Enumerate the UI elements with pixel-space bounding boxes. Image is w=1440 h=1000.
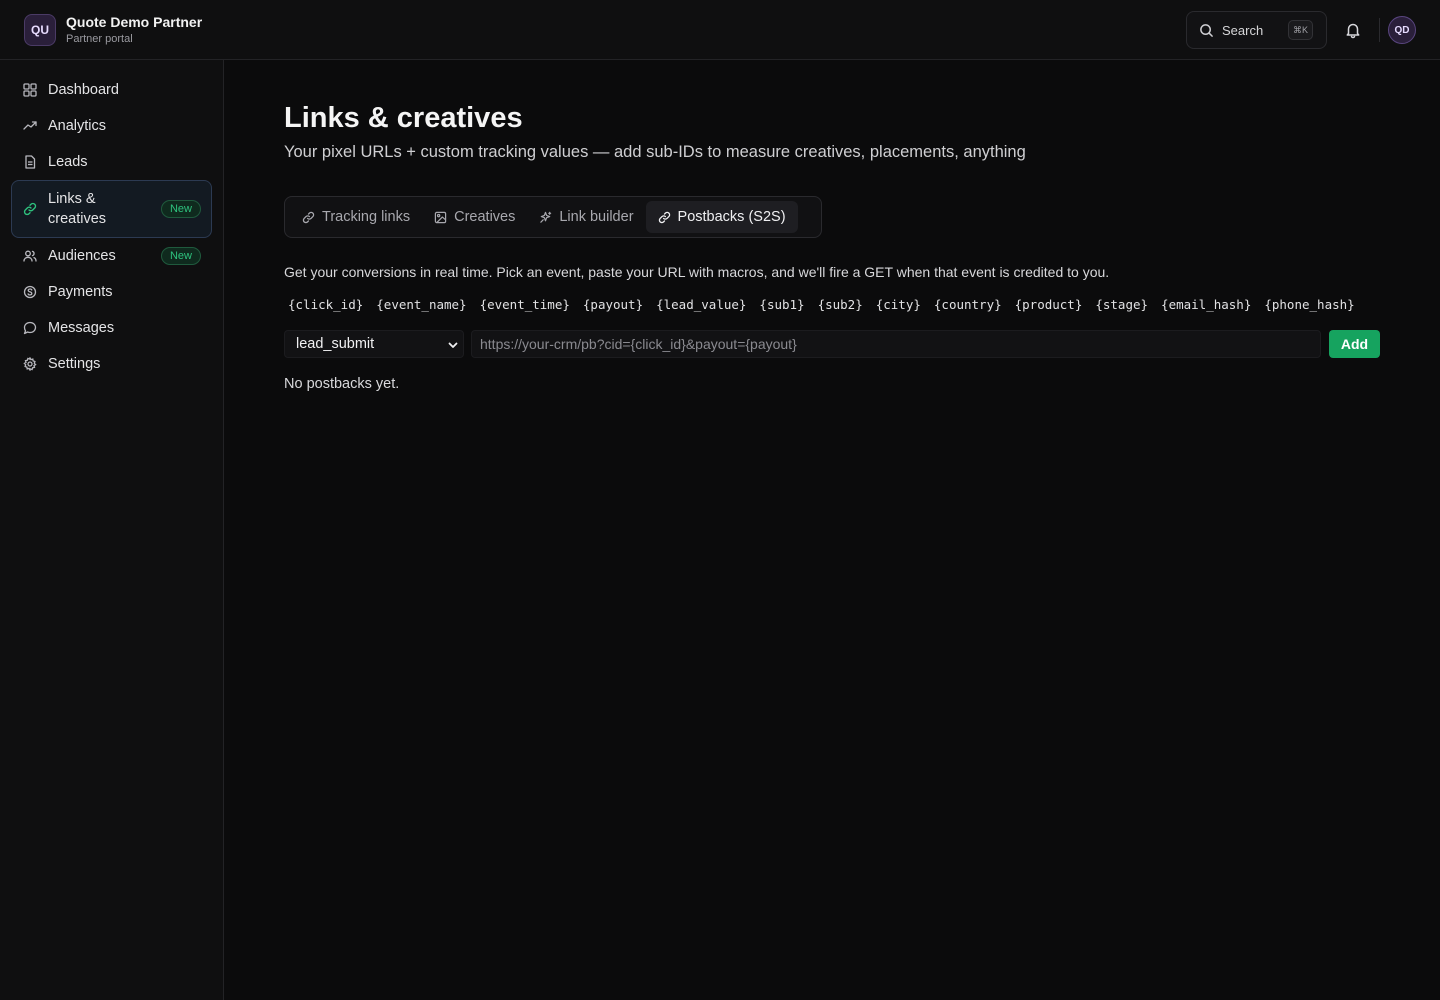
sidebar-item-messages[interactable]: Messages bbox=[11, 310, 212, 346]
event-select[interactable]: lead_submit bbox=[284, 330, 464, 358]
tab-label: Creatives bbox=[454, 209, 516, 225]
brand-name: Quote Demo Partner bbox=[66, 14, 203, 30]
search-icon bbox=[1200, 23, 1213, 37]
event-select-value: lead_submit bbox=[296, 336, 375, 352]
header-divider bbox=[1379, 18, 1380, 42]
page-subtitle: Your pixel URLs + custom tracking values… bbox=[284, 143, 1026, 161]
sidebar-item-label: Links & creatives bbox=[48, 191, 107, 227]
sidebar-item-links-creatives[interactable]: Links & creatives New bbox=[11, 180, 212, 238]
new-badge: New bbox=[160, 247, 201, 265]
dashboard-icon bbox=[23, 83, 37, 97]
tab-label: Postbacks (S2S) bbox=[677, 209, 786, 225]
macro-token: {payout} bbox=[582, 297, 644, 312]
tab-link-builder[interactable]: Link builder bbox=[527, 201, 645, 233]
sidebar-item-label: Settings bbox=[48, 356, 101, 372]
macro-token: {sub2} bbox=[817, 297, 863, 312]
postbacks-description: Get your conversions in real time. Pick … bbox=[284, 264, 1110, 280]
gear-icon bbox=[23, 357, 37, 371]
link-icon bbox=[23, 202, 37, 216]
payments-icon bbox=[23, 285, 37, 299]
tab-creatives[interactable]: Creatives bbox=[422, 201, 527, 233]
image-icon bbox=[434, 211, 447, 223]
macro-token: {lead_value} bbox=[656, 297, 747, 312]
search-button[interactable]: Search ⌘K bbox=[1186, 11, 1327, 49]
chevron-down-icon bbox=[448, 342, 458, 348]
sidebar-item-label: Audiences bbox=[48, 248, 116, 264]
bell-icon[interactable] bbox=[1344, 21, 1362, 39]
add-button[interactable]: Add bbox=[1329, 330, 1380, 358]
macro-token: {sub1} bbox=[759, 297, 805, 312]
search-shortcut: ⌘K bbox=[1288, 20, 1313, 40]
macro-token: {product} bbox=[1014, 297, 1083, 312]
macro-token: {city} bbox=[875, 297, 921, 312]
avatar[interactable]: QD bbox=[1388, 16, 1416, 44]
sidebar-item-label: Leads bbox=[48, 154, 88, 170]
postback-url-input[interactable] bbox=[471, 330, 1321, 358]
link-icon bbox=[302, 211, 315, 223]
macro-token: {stage} bbox=[1095, 297, 1149, 312]
document-icon bbox=[25, 155, 36, 169]
sidebar-item-label: Messages bbox=[48, 320, 115, 336]
top-bar: QU Quote Demo Partner Partner portal Sea… bbox=[0, 0, 1440, 60]
brand-text: Quote Demo Partner Partner portal bbox=[66, 14, 202, 46]
sidebar: Dashboard Analytics Leads Links & creati… bbox=[0, 60, 224, 1000]
sidebar-item-payments[interactable]: Payments bbox=[11, 274, 212, 310]
new-badge: New bbox=[160, 200, 201, 218]
brand[interactable]: QU Quote Demo Partner Partner portal bbox=[24, 14, 202, 46]
search-label: Search bbox=[1222, 22, 1264, 38]
sidebar-item-audiences[interactable]: Audiences New bbox=[11, 238, 212, 274]
macro-token: {email_hash} bbox=[1161, 297, 1252, 312]
sidebar-item-label: Dashboard bbox=[48, 82, 119, 98]
sparkle-icon bbox=[540, 211, 552, 223]
postback-form: lead_submit Add bbox=[284, 330, 1380, 358]
macro-list: {click_id} {event_name} {event_time} {pa… bbox=[288, 297, 1368, 312]
tab-label: Link builder bbox=[559, 209, 634, 225]
trend-icon bbox=[23, 121, 37, 130]
tab-tracking-links[interactable]: Tracking links bbox=[290, 201, 422, 233]
sidebar-item-label: Payments bbox=[48, 284, 113, 300]
sidebar-item-dashboard[interactable]: Dashboard bbox=[11, 72, 212, 108]
users-icon bbox=[23, 250, 37, 262]
brand-subtitle: Partner portal bbox=[66, 33, 133, 45]
brand-logo: QU bbox=[24, 14, 56, 46]
sidebar-nav: Dashboard Analytics Leads Links & creati… bbox=[11, 72, 212, 382]
tab-bar: Tracking links Creatives Link builder Po… bbox=[284, 196, 822, 238]
sidebar-item-analytics[interactable]: Analytics bbox=[11, 108, 212, 144]
link-icon bbox=[658, 211, 670, 223]
sidebar-item-settings[interactable]: Settings bbox=[11, 346, 212, 382]
sidebar-item-label: Analytics bbox=[48, 118, 107, 134]
macro-token: {click_id} bbox=[288, 297, 364, 312]
sidebar-item-leads[interactable]: Leads bbox=[11, 144, 212, 180]
macro-token: {phone_hash} bbox=[1264, 297, 1355, 312]
macro-token: {event_name} bbox=[376, 297, 467, 312]
macro-token: {event_time} bbox=[479, 297, 570, 312]
tab-postbacks[interactable]: Postbacks (S2S) bbox=[645, 201, 798, 233]
empty-state: No postbacks yet. bbox=[284, 376, 400, 392]
message-icon bbox=[23, 321, 37, 335]
tab-label: Tracking links bbox=[322, 209, 411, 225]
page-title: Links & creatives bbox=[284, 102, 523, 134]
macro-token: {country} bbox=[933, 297, 1002, 312]
